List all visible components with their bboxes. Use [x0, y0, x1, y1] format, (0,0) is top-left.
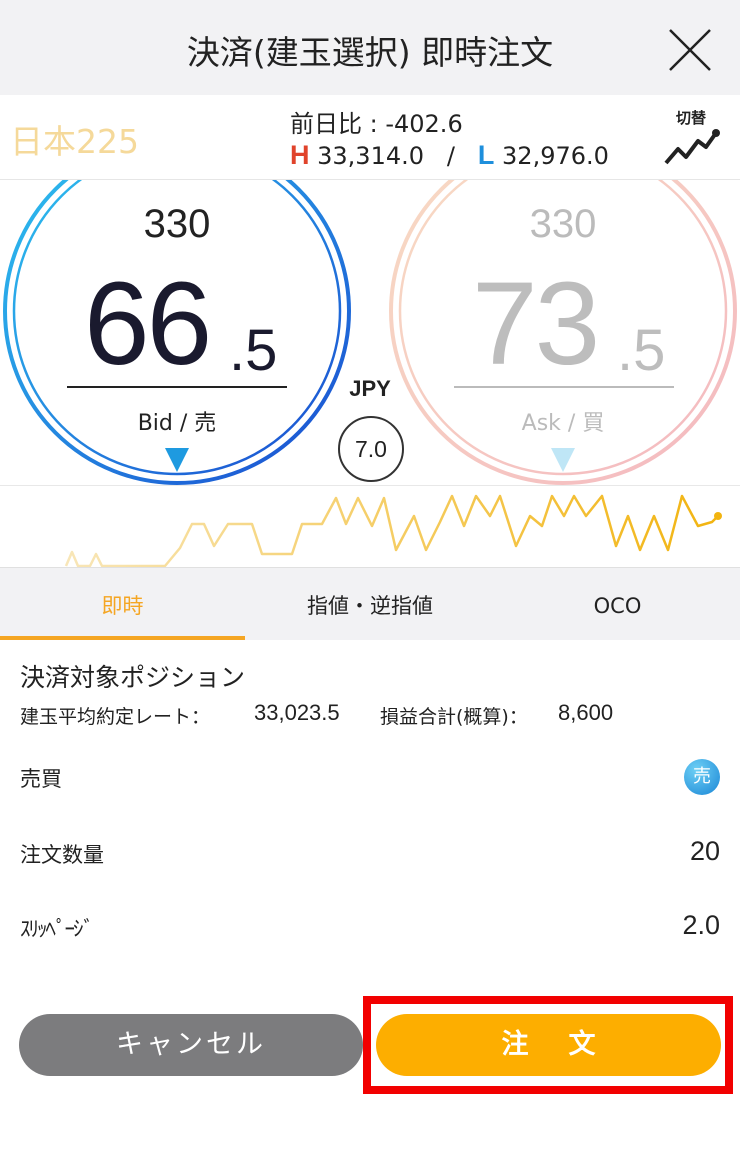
- tick-chart: [0, 485, 740, 568]
- ask-arrow-icon: [551, 448, 575, 472]
- avg-rate-label: 建玉平均約定レート：: [20, 706, 211, 728]
- order-type-tabs: 即時 指値・逆指値 OCO: [0, 567, 740, 640]
- day-change: 前日比 : -402.6: [290, 110, 463, 138]
- avg-rate-value: 33,023.5: [254, 700, 340, 725]
- bid-price-main[interactable]: 66: [84, 265, 212, 383]
- position-title: 決済対象ポジション: [20, 663, 246, 692]
- bid-arrow-icon: [165, 448, 189, 472]
- slippage-label: ｽﾘｯﾍﾟｰｼﾞ: [20, 917, 94, 941]
- instrument-name[interactable]: 日本225: [10, 115, 139, 163]
- low-value: 32,976.0: [502, 142, 609, 170]
- tab-oco[interactable]: OCO: [495, 568, 740, 641]
- close-icon: [669, 29, 711, 71]
- spread-value: 7.0: [338, 416, 404, 482]
- pnl-value: 8,600: [558, 700, 614, 725]
- slippage-value[interactable]: 2.0: [682, 910, 720, 941]
- rate-panel: 330 66 .5 Bid / 売 330 73 .5 Ask / 買 JPY …: [0, 180, 740, 485]
- close-button[interactable]: [660, 22, 720, 78]
- tab-active-indicator: [0, 636, 245, 640]
- line-chart-icon: [664, 129, 720, 165]
- bid-quantity: 330: [143, 202, 211, 246]
- cancel-button[interactable]: キャンセル: [19, 1014, 363, 1076]
- high-label: H: [290, 140, 310, 170]
- chart-switch-button[interactable]: 切替: [660, 107, 722, 167]
- pnl-label: 損益合計(概算)：: [380, 706, 528, 728]
- low-label: L: [477, 140, 495, 170]
- spread-currency: JPY: [349, 376, 391, 401]
- quantity-value[interactable]: 20: [690, 836, 720, 867]
- high-low: H 33,314.0 / L 32,976.0: [290, 140, 609, 171]
- ask-quantity: 330: [529, 202, 597, 246]
- ask-label: Ask / 買: [521, 411, 605, 436]
- high-value: 33,314.0: [317, 142, 425, 170]
- sell-badge: 売: [684, 759, 720, 795]
- highlight-box: [363, 996, 733, 1094]
- tick-chart-line: [64, 494, 722, 568]
- tick-last-point: [714, 512, 722, 520]
- bid-price-sub: .5: [229, 318, 278, 383]
- tab-immediate[interactable]: 即時: [0, 568, 245, 641]
- bid-label: Bid / 売: [137, 411, 217, 436]
- tab-limit-stop[interactable]: 指値・逆指値: [245, 568, 495, 641]
- ask-price-sub: .5: [617, 318, 666, 383]
- header: 決済(建玉選択) 即時注文: [0, 0, 740, 95]
- ask-price-main[interactable]: 73: [472, 265, 600, 383]
- side-label: 売買: [20, 767, 62, 791]
- quantity-label: 注文数量: [20, 843, 104, 867]
- high-low-separator: /: [446, 142, 455, 170]
- page-title: 決済(建玉選択) 即時注文: [186, 33, 554, 72]
- instrument-panel: 日本225 前日比 : -402.6 H 33,314.0 / L 32,976…: [0, 95, 740, 180]
